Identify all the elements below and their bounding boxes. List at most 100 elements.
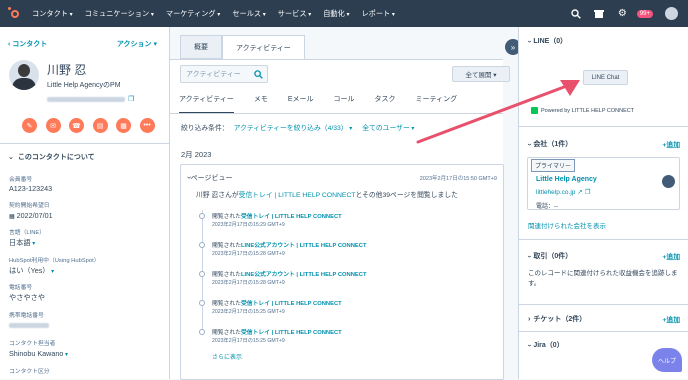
filter-users-dropdown[interactable]: 全てのユーザー xyxy=(362,122,414,132)
nav-communication[interactable]: コミュニケーション xyxy=(85,9,154,19)
divider xyxy=(519,331,688,332)
prop-label-language: 言語（LINE） xyxy=(9,230,46,236)
line-section-header[interactable]: LINE（0） xyxy=(528,36,567,46)
copy-icon[interactable]: ❐ xyxy=(584,189,590,196)
show-more-link[interactable]: さらに表示 xyxy=(212,352,242,361)
search-icon[interactable] xyxy=(253,69,263,79)
nav-marketing[interactable]: マーケティング xyxy=(166,9,220,19)
prop-value-mobile[interactable] xyxy=(9,321,49,330)
activity-search-input[interactable]: アクティビティー xyxy=(180,65,268,83)
subtab-tasks[interactable]: タスク xyxy=(374,94,395,114)
prop-label-mobile: 携帯電話番号 xyxy=(9,313,44,319)
pageview-card: ページビュー 2023年2月17日の15:50 GMT+9 川野 忍さんが受信ト… xyxy=(180,164,504,380)
prop-label-owner: コンタクト担当者 xyxy=(9,341,56,347)
hubspot-logo-icon[interactable] xyxy=(8,6,22,21)
actions-menu[interactable]: アクション ▾ xyxy=(117,39,157,49)
more-button[interactable]: ••• xyxy=(139,118,155,133)
prop-label-using-hubspot: HubSpot利用中（Using HubSpot） xyxy=(9,258,100,264)
add-company-button[interactable]: +追加 xyxy=(662,139,680,149)
jira-section-header[interactable]: Jira（0） xyxy=(528,340,563,350)
prop-label-phone: 電話番号 xyxy=(9,285,33,291)
annotation-arrow xyxy=(416,80,580,144)
item-page-link[interactable]: LINE公式アカウント | LITTLE HELP CONNECT xyxy=(241,272,367,278)
subtab-activity[interactable]: アクティビティー xyxy=(179,94,234,114)
prop-value-owner[interactable]: Shinobu Kawano xyxy=(9,349,68,358)
timeline-dot xyxy=(199,271,205,277)
user-avatar[interactable] xyxy=(665,7,678,20)
contact-role: Little Help AgencyのPM xyxy=(47,82,121,89)
filter-activity-dropdown[interactable]: アクティビティーを絞り込み（4/33） xyxy=(234,122,353,132)
contact-avatar xyxy=(9,60,39,90)
item-page-link[interactable]: LINE公式アカウント | LITTLE HELP CONNECT xyxy=(241,243,367,249)
month-header: 2月 2023 xyxy=(181,150,212,159)
tab-activity[interactable]: アクティビティー xyxy=(222,35,305,60)
divider xyxy=(0,143,170,144)
add-deal-button[interactable]: +追加 xyxy=(662,251,680,261)
timeline-dot xyxy=(199,300,205,306)
top-navigation: コンタクト コミュニケーション マーケティング セールス サービス 自動化 レポ… xyxy=(0,0,688,27)
item-page-link[interactable]: 受信トレイ | LITTLE HELP CONNECT xyxy=(241,330,342,336)
summary-suffix: とその他39ページを閲覧しました xyxy=(355,192,458,199)
add-ticket-button[interactable]: +追加 xyxy=(662,314,680,324)
prop-value-using-hubspot[interactable]: はい（Yes） xyxy=(9,266,54,276)
contact-actions: ✎ ✉ ☎ ▤ ▦ ••• xyxy=(22,118,163,133)
nav-reports[interactable]: レポート xyxy=(361,9,394,19)
task-button[interactable]: ▤ xyxy=(92,118,108,133)
gear-icon[interactable]: ⚙ xyxy=(616,7,629,20)
prop-value-language[interactable]: 日本語 xyxy=(9,238,35,248)
meeting-button[interactable]: ▦ xyxy=(116,118,131,133)
summary-page-link[interactable]: 受信トレイ | LITTLE HELP CONNECT xyxy=(239,192,356,199)
redacted-email xyxy=(47,96,125,102)
item-prefix: 閲覧された xyxy=(212,301,241,307)
search-icon[interactable] xyxy=(570,7,583,20)
contact-name: 川野 忍 xyxy=(47,63,87,77)
record-tabs: 概要 アクティビティー xyxy=(180,35,305,60)
copy-icon[interactable]: ❐ xyxy=(128,95,134,103)
item-time: 2023年2月17日の15:28 GMT+9 xyxy=(212,280,285,286)
tab-overview[interactable]: 概要 xyxy=(180,35,222,59)
company-name-link[interactable]: Little Help Agency xyxy=(536,176,597,183)
item-page-link[interactable]: 受信トレイ | LITTLE HELP CONNECT xyxy=(241,301,342,307)
summary-prefix: 川野 忍さんが xyxy=(196,192,239,199)
prop-value-contract-date[interactable]: ▦ 2022/07/01 xyxy=(9,211,53,220)
nav-contacts[interactable]: コンタクト xyxy=(32,9,73,19)
email-button[interactable]: ✉ xyxy=(45,118,61,133)
prop-label-member-id: 会員番号 xyxy=(9,177,33,183)
prop-value-phone[interactable]: やさやさや xyxy=(9,293,45,303)
company-card: プライマリー Little Help Agency littlehelp.co.… xyxy=(527,157,680,210)
prop-label-contact-type: コンタクト区分 xyxy=(9,369,50,375)
company-logo xyxy=(662,175,675,188)
divider xyxy=(519,239,688,240)
subtab-calls[interactable]: コール xyxy=(333,94,354,114)
timeline-dot xyxy=(199,242,205,248)
nav-automation[interactable]: 自動化 xyxy=(323,9,349,19)
deals-section-header[interactable]: 取引（0件） xyxy=(528,251,572,261)
search-placeholder: アクティビティー xyxy=(186,71,241,78)
call-button[interactable]: ☎ xyxy=(69,118,84,133)
about-section-header[interactable]: ⌄ このコンタクトについて xyxy=(8,152,95,162)
back-to-contacts-link[interactable]: ‹ コンタクト xyxy=(8,39,47,49)
item-prefix: 閲覧された xyxy=(212,214,241,220)
timeline-dot xyxy=(199,213,205,219)
marketplace-icon[interactable] xyxy=(593,7,606,20)
nav-service[interactable]: サービス xyxy=(278,9,311,19)
item-time: 2023年2月17日の15:28 GMT+9 xyxy=(212,251,285,257)
nav-sales[interactable]: セールス xyxy=(232,9,265,19)
item-page-link[interactable]: 受信トレイ | LITTLE HELP CONNECT xyxy=(241,214,342,220)
tickets-section-header[interactable]: チケット（2件） xyxy=(528,314,586,324)
subtab-emails[interactable]: Eメール xyxy=(288,94,314,114)
help-button[interactable]: ヘルプ xyxy=(652,348,682,372)
item-time: 2023年2月17日の15:29 GMT+9 xyxy=(212,222,285,228)
subtab-notes[interactable]: メモ xyxy=(254,94,268,114)
pageview-summary: 川野 忍さんが受信トレイ | LITTLE HELP CONNECTとその他39… xyxy=(196,189,458,199)
view-associated-companies-link[interactable]: 関連付けられた会社を表示 xyxy=(528,220,606,230)
note-button[interactable]: ✎ xyxy=(22,118,37,133)
nav-right-tools: ⚙ 99+ xyxy=(560,0,678,27)
notification-badge[interactable]: 99+ xyxy=(636,9,653,18)
company-domain-link[interactable]: littlehelp.co.jp ↗ ❐ xyxy=(536,188,590,196)
main-menu: コンタクト コミュニケーション マーケティング セールス サービス 自動化 レポ… xyxy=(32,9,407,19)
prop-value-member-id[interactable]: A123-123243 xyxy=(9,184,52,193)
pageview-card-title[interactable]: ページビュー xyxy=(188,173,233,183)
item-prefix: 閲覧された xyxy=(212,243,241,249)
item-prefix: 閲覧された xyxy=(212,272,241,278)
